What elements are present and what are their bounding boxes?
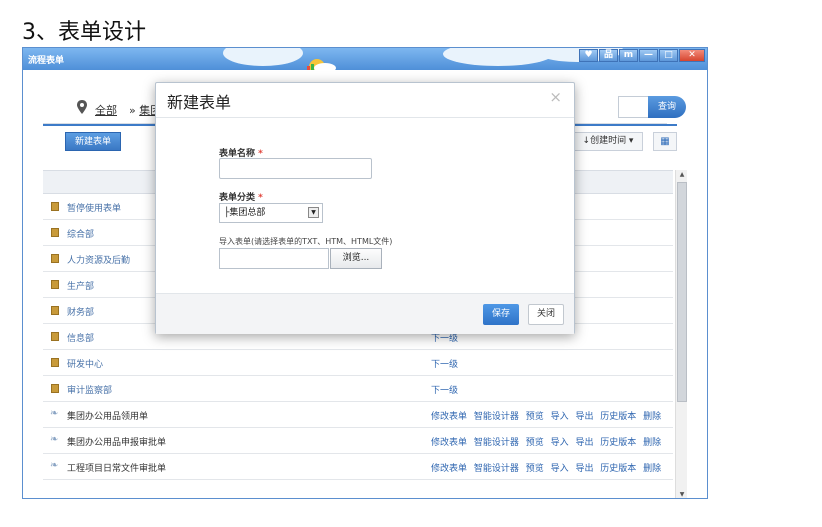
row-actions[interactable]: 修改表单 智能设计器 预览 导入 导出 历史版本 删除 — [431, 409, 661, 422]
query-button[interactable]: 查询 — [648, 96, 686, 118]
row-name[interactable]: 研发中心 — [67, 357, 103, 370]
cloud-decoration — [223, 48, 303, 66]
form-doc-icon: ❧ — [50, 434, 59, 445]
window-title: 流程表单 — [28, 56, 65, 66]
location-pin-icon — [77, 100, 87, 114]
vertical-scrollbar[interactable]: ▲ ▼ — [675, 170, 688, 498]
dialog-title: 新建表单 — [167, 93, 232, 112]
scroll-up-icon[interactable]: ▲ — [676, 170, 688, 180]
row-actions[interactable]: 修改表单 智能设计器 预览 导入 导出 历史版本 删除 — [431, 461, 661, 474]
folder-icon — [51, 384, 59, 393]
close-icon[interactable]: × — [549, 88, 562, 106]
row-name[interactable]: 暂停使用表单 — [67, 201, 121, 214]
table-row[interactable]: ❧ 集团办公用品领用单 修改表单 智能设计器 预览 导入 导出 历史版本 删除 — [43, 402, 673, 428]
row-name[interactable]: 综合部 — [67, 227, 94, 240]
window-controls: ♥ 品 m — □ ✕ — [579, 49, 705, 62]
row-name[interactable]: 信息部 — [67, 331, 94, 344]
breadcrumb-separator: » — [129, 104, 136, 117]
row-name[interactable]: 生产部 — [67, 279, 94, 292]
sort-dropdown[interactable]: ↓创建时间 ▾ — [573, 132, 643, 151]
import-file-field[interactable] — [219, 248, 329, 269]
form-doc-icon: ❧ — [50, 408, 59, 419]
category-value: ├集团总部 — [224, 208, 266, 218]
table-row[interactable]: ❧ 工程项目日常文件审批单 修改表单 智能设计器 预览 导入 导出 历史版本 删除 — [43, 454, 673, 480]
search-input[interactable] — [618, 96, 648, 118]
minimize-button[interactable]: — — [639, 49, 658, 62]
new-form-button[interactable]: 新建表单 — [65, 132, 121, 151]
dialog-footer: 保存 关闭 — [156, 293, 574, 334]
required-mark: * — [258, 193, 263, 203]
book-icon[interactable]: m — [619, 49, 638, 62]
scrollbar-thumb[interactable] — [677, 182, 687, 402]
cancel-button[interactable]: 关闭 — [528, 304, 564, 325]
breadcrumb-all[interactable]: 全部 — [95, 102, 117, 118]
form-category-select[interactable]: ├集团总部 ▼ — [219, 203, 323, 223]
maximize-button[interactable]: □ — [659, 49, 678, 62]
form-doc-icon: ❧ — [50, 460, 59, 471]
browse-button[interactable]: 浏览... — [330, 248, 382, 269]
dialog-divider — [156, 117, 574, 118]
folder-icon — [51, 332, 59, 341]
folder-icon — [51, 228, 59, 237]
title-bar: 流程表单 ♥ 品 m — □ ✕ — [23, 48, 707, 72]
close-window-button[interactable]: ✕ — [679, 49, 705, 62]
form-category-label: 表单分类 * — [219, 190, 263, 203]
new-form-dialog: 新建表单 × 表单名称 * 表单分类 * ├集团总部 ▼ 导入表单(请选择表单的… — [155, 82, 575, 334]
org-icon[interactable]: 品 — [599, 49, 618, 62]
table-row[interactable]: 研发中心 下一级 — [43, 350, 673, 376]
row-name[interactable]: 工程项目日常文件审批单 — [67, 461, 166, 474]
grid-view-icon[interactable]: ▦ — [653, 132, 677, 151]
folder-icon — [51, 254, 59, 263]
row-actions[interactable]: 修改表单 智能设计器 预览 导入 导出 历史版本 删除 — [431, 435, 661, 448]
import-form-label: 导入表单(请选择表单的TXT、HTM、HTML文件) — [219, 237, 393, 246]
form-category-label-text: 表单分类 — [219, 193, 256, 203]
save-button[interactable]: 保存 — [483, 304, 519, 325]
scroll-down-icon[interactable]: ▼ — [676, 490, 688, 498]
favorite-icon[interactable]: ♥ — [579, 49, 598, 62]
folder-icon — [51, 358, 59, 367]
page-heading: 3、表单设计 — [22, 20, 146, 45]
table-row[interactable]: ❧ 集团办公用品申报审批单 修改表单 智能设计器 预览 导入 导出 历史版本 删除 — [43, 428, 673, 454]
row-actions[interactable]: 下一级 — [431, 357, 458, 370]
row-name[interactable]: 集团办公用品领用单 — [67, 409, 148, 422]
folder-icon — [51, 306, 59, 315]
chevron-down-icon[interactable]: ▼ — [308, 207, 319, 218]
row-name[interactable]: 审计监察部 — [67, 383, 112, 396]
row-name[interactable]: 集团办公用品申报审批单 — [67, 435, 166, 448]
row-actions[interactable]: 下一级 — [431, 383, 458, 396]
form-name-field[interactable] — [219, 158, 372, 179]
folder-icon — [51, 280, 59, 289]
folder-icon — [51, 202, 59, 211]
row-name[interactable]: 财务部 — [67, 305, 94, 318]
row-name[interactable]: 人力资源及后勤 — [67, 253, 130, 266]
table-row[interactable]: 审计监察部 下一级 — [43, 376, 673, 402]
